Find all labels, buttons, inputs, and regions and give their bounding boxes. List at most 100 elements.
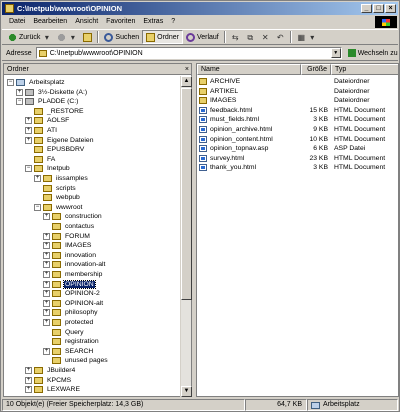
folder-pane-scrollbar[interactable]: ▲ ▼ [180,76,192,397]
tree-item[interactable]: − PLADDE (C:) [16,97,79,106]
tree-item[interactable]: + innovation [43,251,97,260]
tree-item[interactable]: + ATI [25,126,58,135]
file-row[interactable]: IMAGES Dateiordner [197,96,398,105]
expand-icon[interactable]: + [25,386,32,394]
tree-item[interactable]: + iissamples [34,174,89,183]
tree-item[interactable]: webpub [34,193,81,202]
file-row[interactable]: survey.html 23 KB HTML Document [197,154,398,163]
tree-item[interactable]: + JBuilder4 [25,366,76,375]
up-button[interactable] [80,30,95,44]
copy-to-button[interactable]: ⧉ [243,30,258,44]
expand-icon[interactable]: + [43,213,50,221]
tree-item[interactable]: + OPINION-alt [43,299,104,308]
tree-item[interactable]: unused pages [43,356,109,365]
expand-icon[interactable]: + [43,319,50,326]
menu-extras[interactable]: Extras [139,16,167,28]
title-bar[interactable]: C:\Inetpub\wwwroot\OPINION _ □ × [2,2,398,15]
scroll-up-button[interactable]: ▲ [181,76,192,87]
maximize-button[interactable]: □ [373,4,384,13]
tree-item[interactable]: EPUSBDRV [25,145,85,154]
tree-item[interactable]: registration [43,337,100,346]
collapse-icon[interactable]: − [34,203,41,211]
expand-icon[interactable]: + [25,136,32,144]
file-row[interactable]: must_fields.html 3 KB HTML Document [197,115,398,124]
tree-item[interactable]: Query [43,328,85,337]
expand-icon[interactable]: + [43,251,50,259]
scroll-thumb[interactable] [181,88,192,300]
expand-icon[interactable]: + [25,127,32,134]
column-name[interactable]: Name [197,64,301,75]
tree-item[interactable]: + LEXWARE [25,385,81,394]
address-input[interactable]: C:\Inetpub\wwwroot\OPINION ▼ [35,47,342,59]
tree-item[interactable]: + Eigene Dateien [25,136,94,145]
expand-icon[interactable]: + [16,88,23,96]
expand-icon[interactable]: + [43,271,50,278]
folder-icon [34,155,43,163]
tree-item[interactable]: + innovation-alt [43,260,106,269]
expand-icon[interactable]: + [25,367,32,374]
tree-item[interactable]: − Inetpub [25,164,71,173]
tree-item[interactable]: − wwwroot [34,203,83,212]
expand-icon[interactable]: + [43,261,50,269]
collapse-icon[interactable]: − [7,79,14,86]
search-button[interactable]: Suchen [101,30,142,44]
menu-favoriten[interactable]: Favoriten [102,16,139,28]
column-type[interactable]: Typ [331,64,398,75]
tree-item[interactable]: FA [25,155,56,164]
tree-item[interactable]: + membership [43,270,103,279]
tree-item[interactable]: + philosophy [43,308,99,317]
file-row[interactable]: opinion_content.html 10 KB HTML Document [197,135,398,144]
tree-item[interactable]: + AOLSF [25,116,70,125]
file-row[interactable]: ARTIKEL Dateiordner [197,87,398,96]
tree-item[interactable]: − Arbeitsplatz [7,78,66,87]
folder-pane-close-button[interactable]: × [185,64,189,75]
expand-icon[interactable]: + [43,290,50,298]
tree-item[interactable]: contactus [43,222,95,231]
expand-icon[interactable]: + [43,242,50,250]
views-button[interactable]: ▦ ▾ [294,30,320,44]
file-row[interactable]: ARCHIVE Dateiordner [197,77,398,86]
history-button[interactable]: Verlauf [183,30,222,44]
tree-item[interactable]: +3½-Diskette (A:) [16,88,88,97]
collapse-icon[interactable]: − [16,98,23,106]
scroll-down-button[interactable]: ▼ [181,386,192,397]
menu-bearbeiten[interactable]: Bearbeiten [29,16,71,28]
expand-icon[interactable]: + [43,299,50,307]
menu-help[interactable]: ? [167,16,179,28]
column-size[interactable]: Größe [301,64,331,75]
tree-item[interactable]: + OPINION-2 [43,289,101,298]
file-row[interactable]: thank_you.html 3 KB HTML Document [197,163,398,172]
tree-item[interactable]: scripts [34,184,77,193]
move-to-button[interactable]: ⇆ [228,30,243,44]
undo-button[interactable]: ↶ [273,30,288,44]
expand-icon[interactable]: + [34,175,41,182]
back-button[interactable]: Zurück ▾ [5,30,54,44]
file-row[interactable]: opinion_archive.html 9 KB HTML Document [197,125,398,134]
go-button[interactable]: Wechseln zu [347,49,398,57]
tree-item[interactable]: + IMAGES [43,241,92,250]
file-row[interactable]: feedback.html 15 KB HTML Document [197,106,398,115]
delete-button[interactable]: ✕ [258,30,273,44]
tree-item[interactable]: + protected [43,318,94,327]
close-button[interactable]: × [385,4,396,13]
expand-icon[interactable]: + [43,309,50,317]
minimize-button[interactable]: _ [361,4,372,13]
tree-item[interactable]: _RESTORE [25,107,85,116]
tree-item[interactable]: + construction [43,212,103,221]
collapse-icon[interactable]: − [25,165,32,173]
tree-item[interactable]: + KPCMS [25,376,72,385]
file-row[interactable]: opinion_topnav.asp 6 KB ASP Datei [197,144,398,153]
forward-button[interactable]: ▾ [54,30,80,44]
tree-item[interactable]: + SEARCH [43,347,94,356]
expand-icon[interactable]: + [43,280,50,288]
folders-button[interactable]: Ordner [142,30,183,44]
expand-icon[interactable]: + [43,232,50,240]
tree-item[interactable]: + OPINION [43,279,96,289]
address-dropdown-icon[interactable]: ▼ [330,48,341,58]
expand-icon[interactable]: + [25,376,32,384]
expand-icon[interactable]: + [43,347,50,355]
expand-icon[interactable]: + [25,117,32,125]
menu-ansicht[interactable]: Ansicht [71,16,102,28]
menu-datei[interactable]: Datei [5,16,29,28]
tree-item[interactable]: + FORUM [43,232,91,241]
